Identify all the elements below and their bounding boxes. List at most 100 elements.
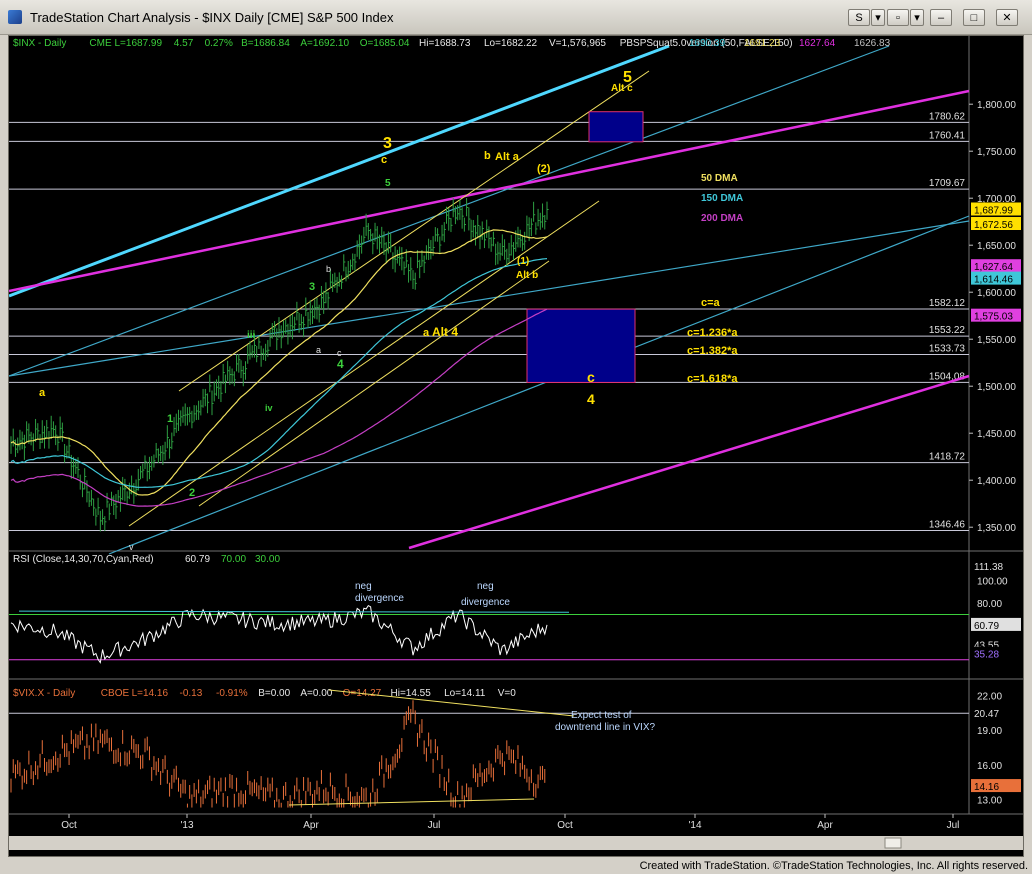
price-tick-label: 1,550.00 <box>977 335 1016 346</box>
wave-label-yellow: (1) <box>517 256 529 267</box>
vix-tick-label: 19.00 <box>977 726 1002 737</box>
vix-tick-label: 13.00 <box>977 795 1002 806</box>
rsi-annotation: divergence <box>461 597 510 608</box>
vix-header-field: -0.91% <box>216 688 248 699</box>
price-tick-label: 1,400.00 <box>977 476 1016 487</box>
horizontal-level-label: 1418.72 <box>929 452 966 463</box>
target-box-alt-c <box>588 111 644 143</box>
x-axis-label: Jul <box>428 820 441 831</box>
rsi-annotation: neg <box>477 581 494 592</box>
wave-label-yellow: Alt 4 <box>432 325 458 339</box>
chart-area[interactable]: 1780.62 1760.41 1709.67 1582.12 1553.22 1533.… <box>8 35 1024 857</box>
wave-label-yellow: b <box>484 150 491 162</box>
vix-header-field: B=0.00 <box>258 688 290 699</box>
indicator-value: 1691.23 <box>744 38 781 49</box>
price-header-field: B=1686.84 <box>241 38 290 49</box>
fib-label: c=a <box>701 297 721 309</box>
vix-header-field: -0.13 <box>180 688 203 699</box>
price-badge-label: 1,672.56 <box>974 220 1013 231</box>
trend-channel-line <box>9 44 670 298</box>
vix-tick-label: 16.00 <box>977 761 1002 772</box>
copyright-text: Created with TradeStation. ©TradeStation… <box>639 860 1028 872</box>
x-axis-label: Oct <box>557 820 573 831</box>
rsi-badge-label: 35.28 <box>974 650 999 661</box>
wave-label-green: 5 <box>385 178 391 189</box>
horizontal-level-label: 1504.08 <box>929 371 966 382</box>
vix-tick-label: 22.00 <box>977 692 1002 703</box>
vix-header-field: A=0.00 <box>300 688 332 699</box>
x-axis-label: Jul <box>947 820 960 831</box>
wave-label-yellow: Alt b <box>516 270 538 281</box>
wave-label-yellow: Alt a <box>495 151 520 163</box>
trend-channel-line <box>9 89 970 293</box>
price-tick-label: 1,800.00 <box>977 100 1016 111</box>
vix-badge-label: 20.47 <box>974 709 999 720</box>
x-axis-label: Apr <box>817 820 833 831</box>
window-title: TradeStation Chart Analysis - $INX Daily… <box>30 10 394 25</box>
price-header-field: O=1685.04 <box>360 38 410 49</box>
rsi-header-os: 30.00 <box>255 554 280 565</box>
symbol-link-button[interactable]: S <box>848 9 870 26</box>
wave-label-yellow: c <box>587 369 595 385</box>
horizontal-level-label: 1780.62 <box>929 111 966 122</box>
window-link-dropdown-icon[interactable]: ▾ <box>910 9 924 26</box>
window-link-button[interactable]: ▫ <box>887 9 909 26</box>
symbol-link-dropdown-icon[interactable]: ▾ <box>871 9 885 26</box>
horizontal-scrollbar <box>9 836 1023 850</box>
price-tick-label: 1,650.00 <box>977 241 1016 252</box>
indicator-value: 1627.64 <box>799 38 836 49</box>
price-header-field: $INX - Daily <box>13 38 66 49</box>
price-header-field: Lo=1682.22 <box>484 38 538 49</box>
footer: Created with TradeStation. ©TradeStation… <box>0 858 1032 874</box>
price-tick-label: 1,450.00 <box>977 429 1016 440</box>
wave-label-yellow: 4 <box>587 391 595 407</box>
trend-channel-line <box>108 215 970 555</box>
wave-label-green: iv <box>265 403 273 413</box>
minimize-button[interactable]: – <box>930 9 952 26</box>
wave-label-green: iii <box>247 330 256 341</box>
rsi-header: RSI (Close,14,30,70,Cyan,Red) <box>13 554 154 565</box>
price-badge-label: 1,687.99 <box>974 205 1013 216</box>
scrollbar-thumb <box>884 837 902 849</box>
price-tick-label: 1,350.00 <box>977 523 1016 534</box>
ma-legend-label: 200 DMA <box>701 213 743 224</box>
price-header-field: 4.57 <box>174 38 194 49</box>
tradestation-app-icon <box>8 10 22 24</box>
vix-header-field: L=14.16 <box>132 688 169 699</box>
rsi-tick-label: 80.00 <box>977 599 1002 610</box>
price-tick-label: 1,750.00 <box>977 147 1016 158</box>
rsi-header-ob: 70.00 <box>221 554 246 565</box>
horizontal-level-label: 1709.67 <box>929 178 966 189</box>
wave-label-small: a <box>316 345 321 355</box>
rsi-badge-label: 111.38 <box>974 562 1004 573</box>
price-tick-label: 1,500.00 <box>977 382 1016 393</box>
wave-label-small: c <box>337 348 342 358</box>
horizontal-level-label: 1760.41 <box>929 130 966 141</box>
rsi-badge-label: 60.79 <box>974 621 999 632</box>
wave-label-yellow: a <box>423 327 430 339</box>
chart-svg[interactable]: 1780.62 1760.41 1709.67 1582.12 1553.22 1533.… <box>9 36 1023 856</box>
fib-label: c=1.236*a <box>687 327 738 339</box>
vix-header-field: $VIX.X - Daily <box>13 688 75 699</box>
price-badge-label: 1,627.64 <box>974 262 1013 273</box>
price-header-field: CME <box>89 38 112 49</box>
x-axis-label: Apr <box>303 820 319 831</box>
horizontal-level-label: 1346.46 <box>929 520 966 531</box>
trend-channel-line <box>408 374 970 550</box>
close-button[interactable]: ✕ <box>996 9 1018 26</box>
price-header-field: A=1692.10 <box>300 38 349 49</box>
vix-annotation: Expect test of <box>571 710 632 721</box>
vix-header-field: CBOE <box>101 688 130 699</box>
fib-label: c=1.382*a <box>687 345 738 357</box>
window-titlebar: TradeStation Chart Analysis - $INX Daily… <box>0 0 1032 35</box>
maximize-button[interactable]: □ <box>963 9 985 26</box>
wave-label-small: v <box>129 542 134 552</box>
trend-channel-line <box>198 260 550 507</box>
rsi-annotation: divergence <box>355 593 404 604</box>
wave-label-green: 3 <box>309 281 315 293</box>
wave-label-small: b <box>326 264 331 274</box>
price-badge-label: 1,614.46 <box>974 275 1013 286</box>
wave-label-yellow: a <box>39 387 46 399</box>
price-tick-label: 1,600.00 <box>977 288 1016 299</box>
price-badge-label: 1,575.03 <box>974 312 1013 323</box>
